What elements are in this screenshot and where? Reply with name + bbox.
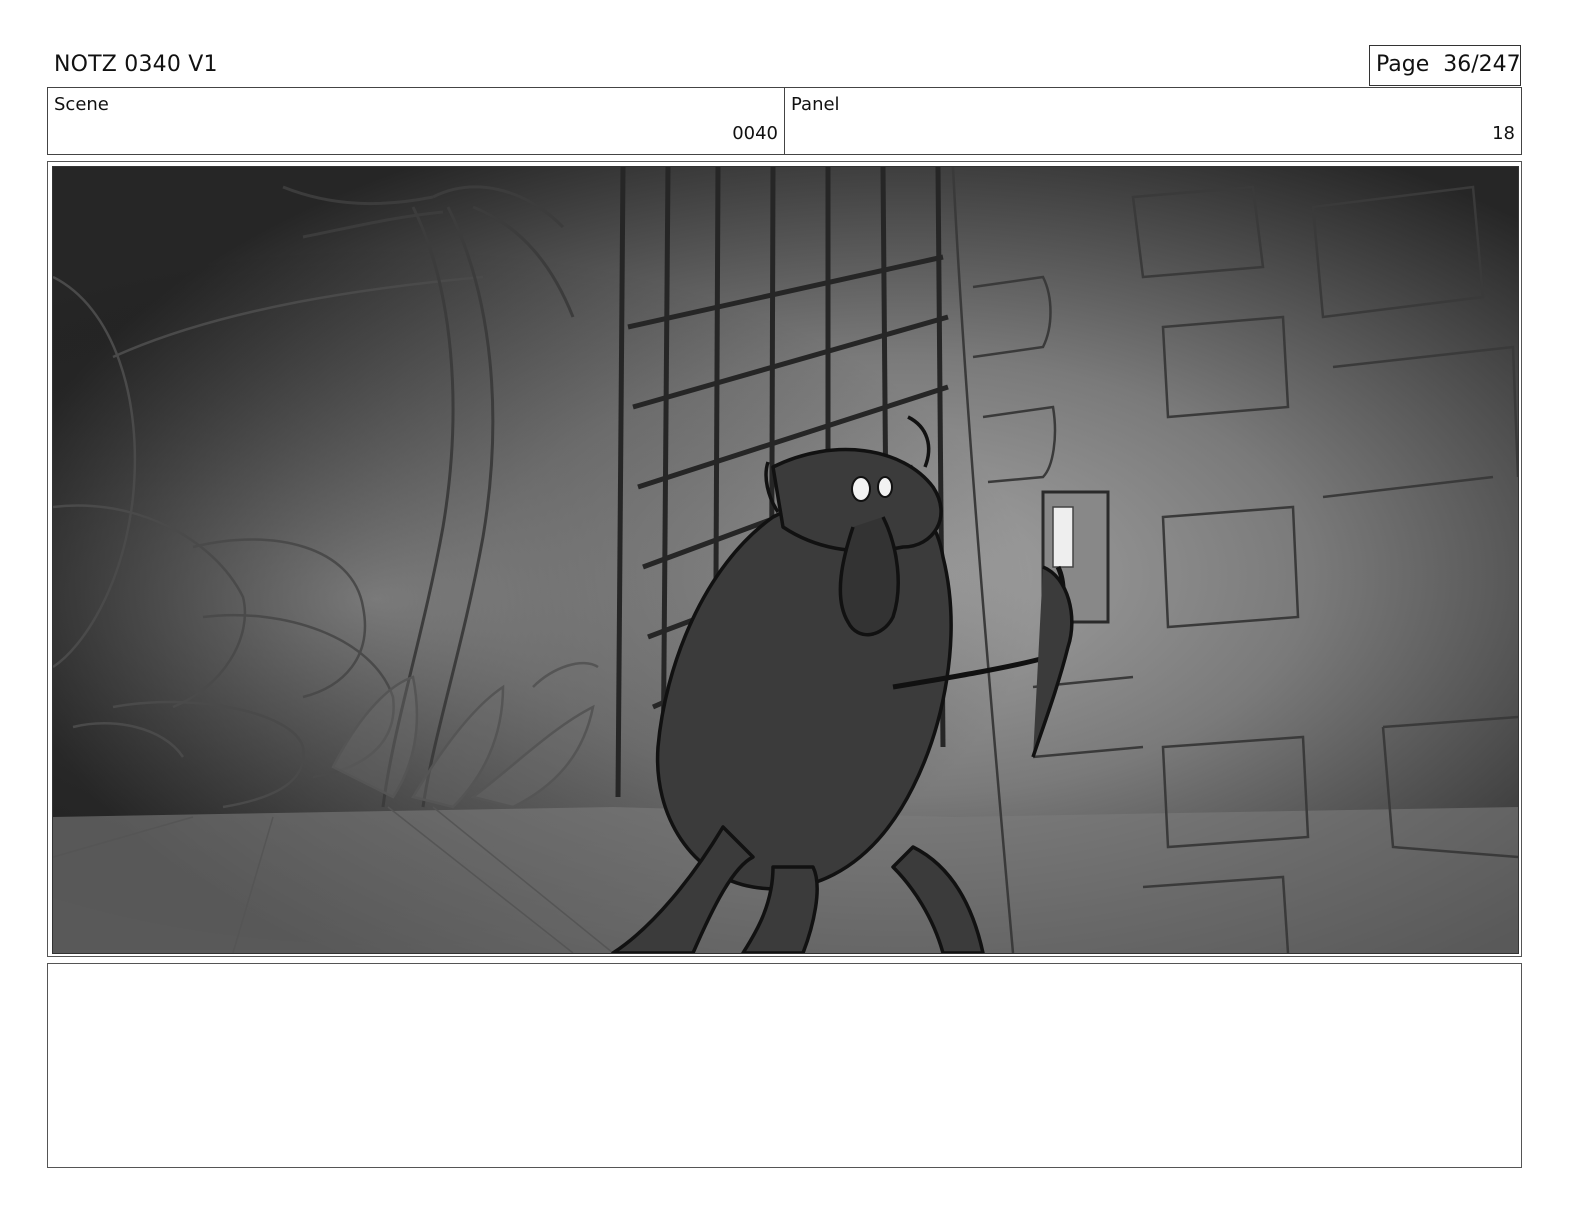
panel-field: Panel 18 — [785, 87, 1522, 155]
scene-field: Scene 0040 — [47, 87, 785, 155]
document-title: NOTZ 0340 V1 — [54, 52, 218, 77]
page-label: Page — [1376, 52, 1430, 77]
panel-number: 18 — [1492, 123, 1515, 144]
panel-label: Panel — [791, 94, 840, 115]
storyboard-frame — [47, 161, 1522, 957]
page-indicator: Page 36/247 — [1369, 45, 1521, 86]
page-number: 36/247 — [1443, 52, 1521, 77]
scene-number: 0040 — [732, 123, 778, 144]
scene-label: Scene — [54, 94, 109, 115]
notes-area — [47, 963, 1522, 1168]
storyboard-sketch — [52, 166, 1519, 954]
